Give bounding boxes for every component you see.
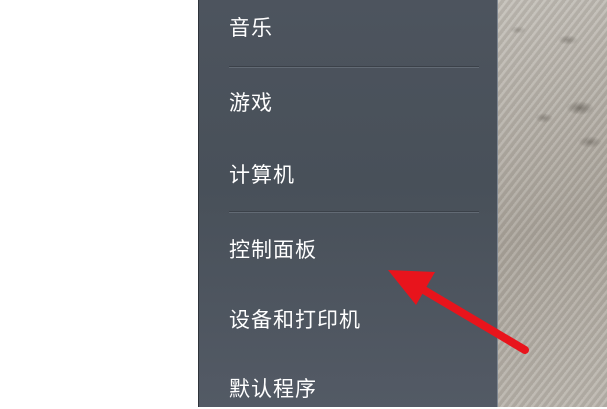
start-menu-right-pane: 音乐 游戏 计算机 控制面板 设备和打印机 默认程序 xyxy=(198,0,498,407)
menu-item-control-panel[interactable]: 控制面板 xyxy=(229,230,317,270)
menu-item-default-programs[interactable]: 默认程序 xyxy=(229,369,317,409)
menu-item-computer[interactable]: 计算机 xyxy=(229,155,295,195)
desktop-wallpaper xyxy=(498,0,607,407)
menu-separator xyxy=(229,66,479,68)
menu-item-devices-and-printers[interactable]: 设备和打印机 xyxy=(229,300,361,340)
blank-area xyxy=(0,0,198,407)
menu-separator xyxy=(229,211,479,213)
menu-item-music[interactable]: 音乐 xyxy=(229,8,273,48)
menu-item-games[interactable]: 游戏 xyxy=(229,83,273,123)
